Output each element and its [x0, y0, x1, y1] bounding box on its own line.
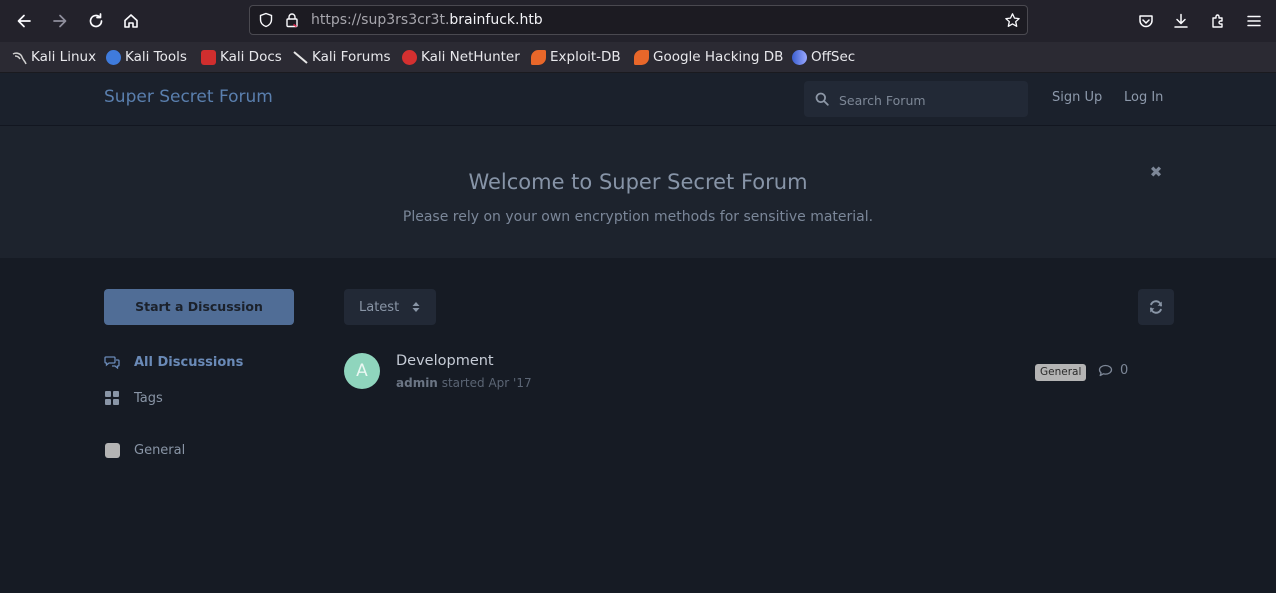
puzzle-icon: [1212, 14, 1223, 28]
bookmark-kali-docs[interactable]: Kali Docs: [201, 42, 282, 72]
discussion-list-item[interactable]: A Development admin started Apr '17 Gene…: [344, 351, 1174, 395]
reply-count: 0: [1098, 363, 1128, 378]
avatar[interactable]: A: [344, 353, 380, 389]
kali-tools-icon: [106, 49, 121, 65]
discussion-started: started Apr '17: [441, 376, 532, 390]
sort-label: Latest: [359, 299, 400, 315]
tags-grid-icon: [104, 390, 120, 406]
sort-dropdown[interactable]: Latest: [344, 289, 436, 325]
forum-header: Super Secret Forum Sign Up Log In: [0, 73, 1276, 126]
bookmark-kali-linux[interactable]: Kali Linux: [12, 42, 96, 72]
hamburger-icon: [1247, 15, 1261, 27]
search-input[interactable]: [837, 89, 1021, 111]
hero-title: Welcome to Super Secret Forum: [468, 170, 808, 194]
home-button[interactable]: [119, 9, 143, 33]
sidebar-tag-general[interactable]: General: [104, 440, 185, 460]
pocket-icon: [1139, 15, 1153, 28]
shield-icon[interactable]: [258, 12, 274, 28]
url-text[interactable]: https://sup3rs3cr3t.brainfuck.htb: [311, 12, 543, 28]
bookmark-kali-nethunter[interactable]: Kali NetHunter: [402, 42, 520, 72]
arrow-right-icon: [53, 14, 67, 28]
nethunter-icon: [402, 49, 417, 65]
download-icon: [1174, 13, 1188, 28]
start-discussion-button[interactable]: Start a Discussion: [104, 289, 294, 325]
search-box[interactable]: [804, 81, 1028, 117]
discussion-title[interactable]: Development: [396, 353, 494, 369]
bookmark-exploit-db[interactable]: Exploit-DB: [531, 42, 621, 72]
bookmark-kali-forums[interactable]: Kali Forums: [293, 42, 391, 72]
search-icon: [815, 92, 829, 106]
sidebar-item-label: All Discussions: [134, 354, 244, 370]
kali-dragon-icon: [12, 50, 27, 65]
bookmarks-bar: Kali Linux Kali Tools Kali Docs Kali For…: [0, 42, 1276, 73]
ghdb-icon: [634, 49, 649, 65]
close-icon[interactable]: ✖: [1148, 164, 1164, 180]
comments-icon: [104, 354, 120, 370]
tag-color-swatch: [104, 442, 120, 458]
tag-badge[interactable]: General: [1035, 364, 1087, 381]
sort-caret-icon: [412, 302, 420, 312]
comment-icon: [1098, 364, 1113, 377]
bookmark-offsec[interactable]: OffSec: [792, 42, 855, 72]
forum-title[interactable]: Super Secret Forum: [104, 87, 273, 107]
extensions-button[interactable]: [1206, 9, 1230, 33]
sidebar-item-all-discussions[interactable]: All Discussions: [104, 352, 243, 372]
pocket-button[interactable]: [1134, 9, 1158, 33]
kali-forums-icon: [293, 50, 308, 65]
refresh-icon: [1150, 300, 1162, 314]
bookmark-google-hacking-db[interactable]: Google Hacking DB: [634, 42, 783, 72]
back-button[interactable]: [12, 9, 36, 33]
sidebar-tag-label: General: [134, 442, 186, 458]
forward-button[interactable]: [48, 9, 72, 33]
menu-button[interactable]: [1242, 9, 1266, 33]
lock-warning-icon[interactable]: [284, 12, 300, 28]
login-link[interactable]: Log In: [1124, 90, 1163, 105]
bookmark-star-icon[interactable]: [1004, 12, 1021, 29]
signup-link[interactable]: Sign Up: [1052, 90, 1102, 105]
reload-button[interactable]: [84, 9, 108, 33]
discussion-author[interactable]: admin: [396, 376, 438, 390]
welcome-hero: Welcome to Super Secret Forum Please rel…: [0, 126, 1276, 258]
refresh-button[interactable]: [1138, 289, 1174, 325]
bookmark-kali-tools[interactable]: Kali Tools: [106, 42, 187, 72]
arrow-left-icon: [17, 14, 31, 28]
reload-icon: [89, 13, 103, 28]
downloads-button[interactable]: [1169, 9, 1193, 33]
browser-toolbar: https://sup3rs3cr3t.brainfuck.htb: [0, 0, 1276, 42]
url-bar[interactable]: https://sup3rs3cr3t.brainfuck.htb: [249, 5, 1028, 35]
kali-docs-icon: [201, 49, 216, 65]
exploit-db-icon: [531, 49, 546, 65]
forum-page: Super Secret Forum Sign Up Log In Welcom…: [0, 73, 1276, 593]
discussion-meta: admin started Apr '17: [396, 376, 532, 390]
offsec-icon: [792, 49, 807, 65]
home-icon: [124, 14, 138, 28]
reply-count-value: 0: [1120, 363, 1129, 378]
sidebar-item-label: Tags: [134, 390, 163, 406]
sidebar-item-tags[interactable]: Tags: [104, 388, 163, 408]
hero-subtitle: Please rely on your own encryption metho…: [402, 209, 874, 225]
